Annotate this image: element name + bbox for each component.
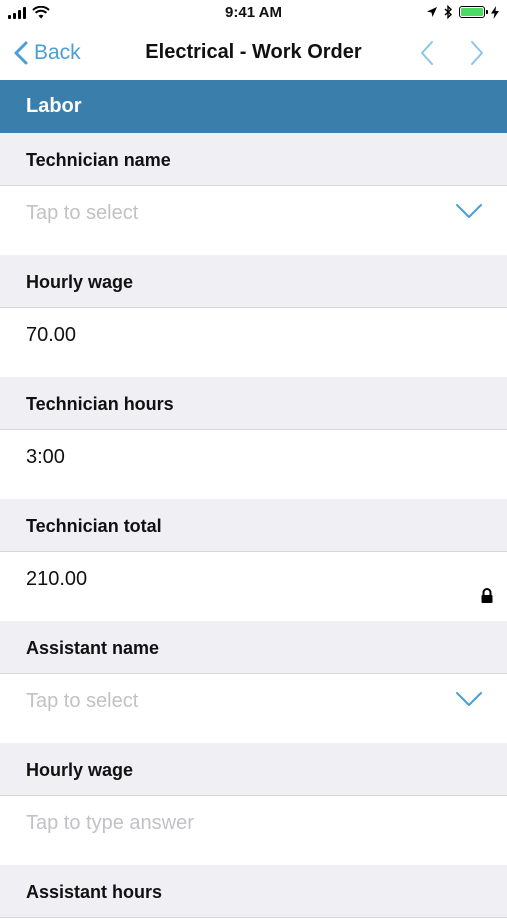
assistant-name-label: Assistant name: [26, 638, 160, 658]
technician-hours-input[interactable]: 3:00: [0, 430, 507, 499]
lock-icon: [481, 588, 493, 603]
question-label: Technician total: [0, 499, 507, 552]
hourly-wage-label: Hourly wage: [26, 272, 134, 292]
technician-hours-label: Technician hours: [26, 394, 174, 414]
assistant-hourly-wage-label: Hourly wage: [26, 760, 134, 780]
question-label: Technician hours: [0, 377, 507, 430]
assistant-hourly-wage-placeholder: Tap to type answer: [26, 812, 194, 834]
question-label: Assistant hours: [0, 865, 507, 918]
assistant-name-placeholder: Tap to select: [26, 690, 139, 712]
charging-icon: [491, 5, 499, 19]
chevron-down-icon: [456, 692, 482, 706]
hourly-wage-input[interactable]: 70.00: [0, 308, 507, 377]
previous-record-button[interactable]: [416, 38, 440, 68]
chevron-left-icon: [421, 41, 433, 65]
technician-total-label: Technician total: [26, 516, 162, 536]
question-label: Hourly wage: [0, 255, 507, 308]
technician-hours-value: 3:00: [26, 446, 65, 468]
question-label: Hourly wage: [0, 743, 507, 796]
status-bar: 9:41 AM: [0, 0, 507, 28]
question-label: Assistant name: [0, 621, 507, 674]
navigation-bar: Back Electrical - Work Order: [0, 28, 507, 78]
chevron-down-icon: [456, 204, 482, 218]
assistant-name-select[interactable]: Tap to select: [0, 674, 507, 743]
technician-total-value: 210.00: [26, 568, 88, 590]
technician-name-placeholder: Tap to select: [26, 202, 139, 224]
battery-icon: [459, 6, 488, 18]
hourly-wage-value: 70.00: [26, 324, 77, 346]
bluetooth-icon: [444, 5, 453, 19]
assistant-hourly-wage-input[interactable]: Tap to type answer: [0, 796, 507, 865]
section-header-labor: Labor: [0, 80, 507, 133]
labor-form: Technician name Tap to select Hourly wag…: [0, 133, 507, 918]
section-title: Labor: [26, 95, 82, 117]
status-right: [426, 5, 499, 19]
next-record-button[interactable]: [464, 38, 488, 68]
chevron-right-icon: [471, 41, 483, 65]
location-icon: [427, 7, 437, 17]
question-label: Technician name: [0, 133, 507, 186]
technician-name-select[interactable]: Tap to select: [0, 186, 507, 255]
technician-name-label: Technician name: [26, 150, 171, 170]
technician-total-field: 210.00: [0, 552, 507, 621]
